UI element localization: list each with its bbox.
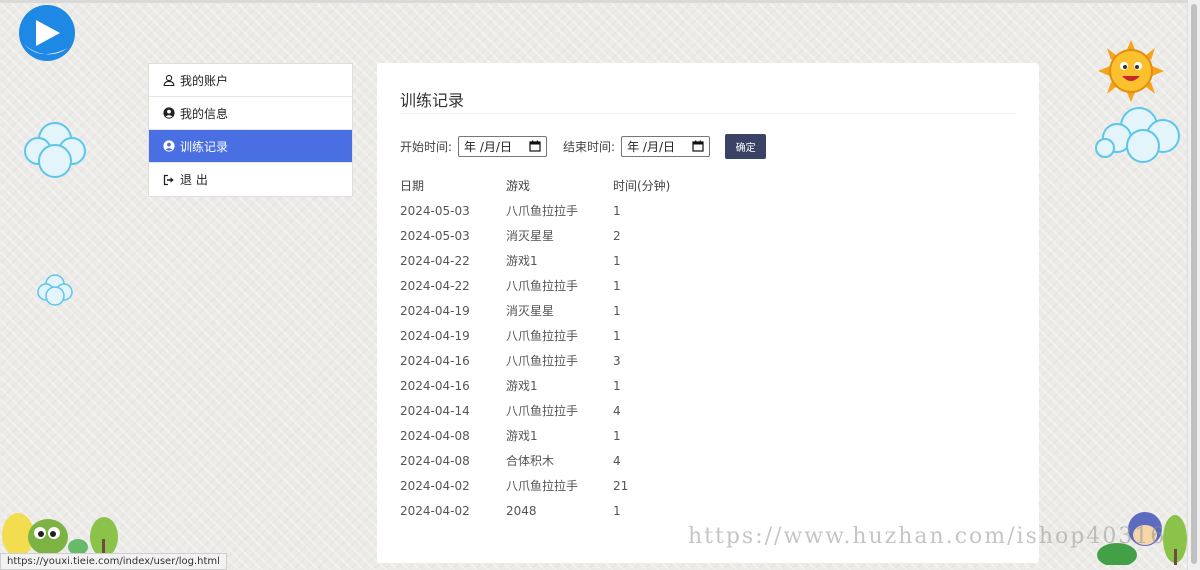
- user-circle-icon: [162, 139, 176, 153]
- cell-minutes: 1: [613, 378, 621, 393]
- cell-game: 游戏1: [506, 254, 538, 268]
- sidebar-item-label: 退 出: [180, 173, 208, 187]
- scrollbar-thumb[interactable]: [1191, 4, 1197, 564]
- cell-game: 消灭星星: [506, 304, 555, 318]
- page-title: 训练记录: [400, 91, 465, 110]
- watermark-text: https://www.huzhan.com/ishop40316: [688, 524, 1167, 549]
- cell-game: 2048: [506, 503, 537, 518]
- cell-minutes: 4: [613, 403, 621, 418]
- cloud-right-decoration-icon: [1095, 107, 1180, 163]
- end-date-input[interactable]: 年 /月/日: [621, 135, 711, 157]
- cell-minutes: 1: [613, 303, 621, 318]
- cell-game: 游戏1: [506, 429, 538, 443]
- sidebar-item-logout[interactable]: 退 出: [149, 163, 352, 196]
- cell-date: 2024-05-03: [400, 228, 470, 243]
- confirm-button[interactable]: 确定: [725, 133, 767, 159]
- cell-game: 八爪鱼拉拉手: [506, 279, 579, 293]
- table-row: 2024-04-08 合体积木 4: [400, 448, 693, 473]
- page-scrollbar[interactable]: [1187, 0, 1200, 570]
- cell-minutes: 1: [613, 203, 621, 218]
- start-date-value: 年 /月/日: [464, 139, 512, 154]
- cell-game: 八爪鱼拉拉手: [506, 204, 579, 218]
- cell-minutes: 1: [613, 278, 621, 293]
- table-row: 2024-04-16 八爪鱼拉拉手 3: [400, 348, 693, 373]
- calendar-icon[interactable]: [529, 140, 541, 152]
- start-time-label: 开始时间:: [400, 139, 453, 154]
- table-row: 2024-04-08 游戏1 1: [400, 423, 693, 448]
- cloud-small-decoration-icon: [37, 274, 73, 306]
- cell-minutes: 3: [613, 353, 621, 368]
- cell-minutes: 21: [613, 478, 629, 493]
- table-row: 2024-04-02 八爪鱼拉拉手 21: [400, 473, 693, 498]
- status-bar-url: https://youxi.tieie.com/index/user/log.h…: [0, 553, 227, 570]
- table-header-row: 日期 游戏 时间(分钟): [400, 173, 693, 198]
- column-header-minutes: 时间(分钟): [613, 179, 671, 193]
- cell-date: 2024-04-22: [400, 278, 470, 293]
- table-row: 2024-04-02 2048 1: [400, 498, 693, 523]
- table-row: 2024-04-14 八爪鱼拉拉手 4: [400, 398, 693, 423]
- column-header-date: 日期: [400, 179, 425, 193]
- cell-game: 游戏1: [506, 379, 538, 393]
- cell-minutes: 4: [613, 453, 621, 468]
- sidebar-item-label: 训练记录: [180, 139, 229, 154]
- user-circle-icon: [162, 106, 176, 120]
- cell-game: 消灭星星: [506, 229, 555, 243]
- cell-game: 合体积木: [506, 454, 555, 468]
- cell-date: 2024-04-08: [400, 453, 470, 468]
- training-record-panel: 训练记录 开始时间: 年 /月/日 结束时间: 年 /月/日 确定 日期 游戏 …: [377, 63, 1039, 563]
- cell-minutes: 1: [613, 253, 621, 268]
- cell-date: 2024-04-02: [400, 503, 470, 518]
- table-row: 2024-04-19 八爪鱼拉拉手 1: [400, 323, 693, 348]
- cell-date: 2024-04-14: [400, 403, 470, 418]
- cell-minutes: 1: [613, 503, 621, 518]
- end-time-label: 结束时间:: [563, 139, 616, 154]
- training-record-table: 日期 游戏 时间(分钟) 2024-05-03 八爪鱼拉拉手 1 2024-05-03…: [400, 173, 693, 523]
- sidebar-item-label: 我的信息: [180, 106, 229, 121]
- cell-date: 2024-04-02: [400, 478, 470, 493]
- cell-minutes: 2: [613, 228, 621, 243]
- sidebar-item-my-info[interactable]: 我的信息: [149, 97, 352, 130]
- cell-date: 2024-04-08: [400, 428, 470, 443]
- cell-game: 八爪鱼拉拉手: [506, 329, 579, 343]
- table-row: 2024-04-19 消灭星星 1: [400, 298, 693, 323]
- cell-minutes: 1: [613, 328, 621, 343]
- cell-date: 2024-04-19: [400, 303, 470, 318]
- table-row: 2024-05-03 消灭星星 2: [400, 223, 693, 248]
- sidebar-item-label: 我的账户: [180, 73, 229, 88]
- user-sidebar-menu: 我的账户 我的信息 训练记录 退 出: [148, 63, 353, 197]
- start-date-input[interactable]: 年 /月/日: [458, 135, 548, 157]
- cell-game: 八爪鱼拉拉手: [506, 479, 579, 493]
- cell-date: 2024-04-16: [400, 353, 470, 368]
- table-row: 2024-04-22 八爪鱼拉拉手 1: [400, 273, 693, 298]
- calendar-icon[interactable]: [692, 140, 704, 152]
- table-row: 2024-04-16 游戏1 1: [400, 373, 693, 398]
- date-filter-bar: 开始时间: 年 /月/日 结束时间: 年 /月/日 确定: [400, 133, 767, 159]
- cell-game: 八爪鱼拉拉手: [506, 404, 579, 418]
- user-outline-icon: [162, 73, 176, 87]
- column-header-game: 游戏: [506, 179, 531, 193]
- cell-date: 2024-04-16: [400, 378, 470, 393]
- end-date-value: 年 /月/日: [627, 139, 675, 154]
- cell-date: 2024-05-03: [400, 203, 470, 218]
- cell-game: 八爪鱼拉拉手: [506, 354, 579, 368]
- cloud-decoration-icon: [24, 122, 86, 178]
- character-trees-decoration-icon: [2, 513, 118, 555]
- sun-decoration-icon: [1098, 40, 1164, 102]
- browser-top-edge: [0, 0, 1200, 3]
- title-divider: [400, 113, 1016, 114]
- sidebar-item-training-record[interactable]: 训练记录: [149, 130, 352, 163]
- sign-out-icon: [162, 173, 176, 187]
- sidebar-item-my-account[interactable]: 我的账户: [149, 64, 352, 97]
- site-logo[interactable]: [16, 4, 78, 62]
- cell-minutes: 1: [613, 428, 621, 443]
- table-row: 2024-04-22 游戏1 1: [400, 248, 693, 273]
- cell-date: 2024-04-19: [400, 328, 470, 343]
- table-row: 2024-05-03 八爪鱼拉拉手 1: [400, 198, 693, 223]
- cell-date: 2024-04-22: [400, 253, 470, 268]
